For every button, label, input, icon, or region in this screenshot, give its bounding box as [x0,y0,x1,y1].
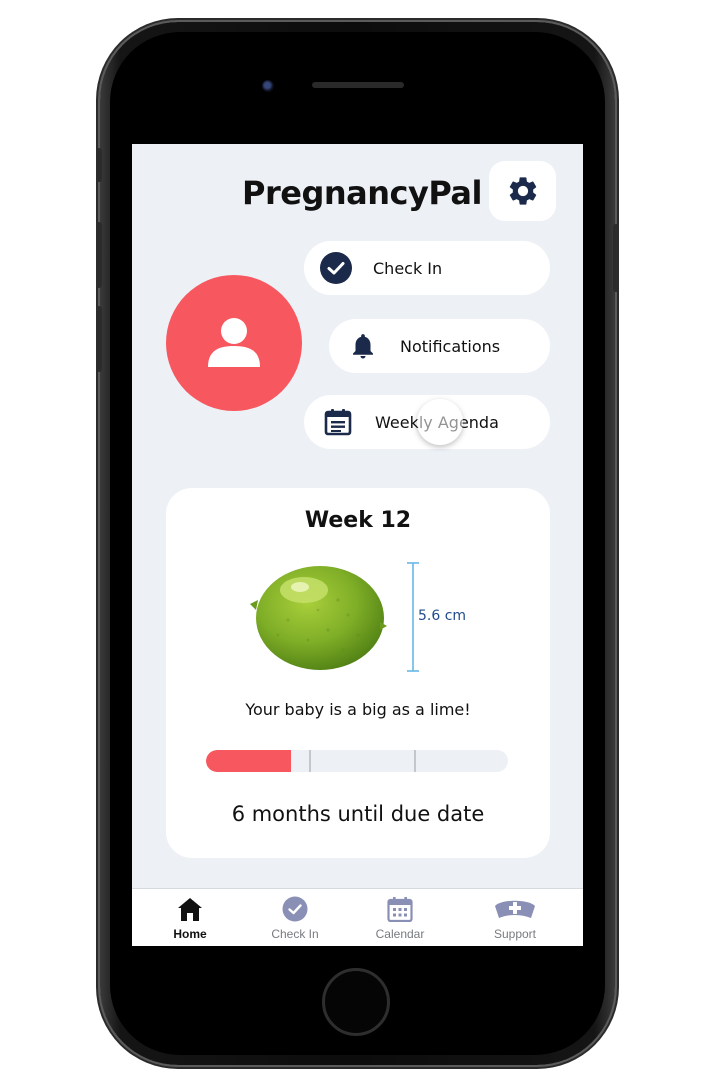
lime-image [250,566,387,670]
app-screen: PregnancyPal Check In Notifications Week… [132,144,583,946]
settings-button[interactable] [489,161,556,221]
size-comparison-text: Your baby is a big as a lime! [245,700,471,719]
earpiece-speaker [312,82,404,88]
check-in-button[interactable]: Check In [304,241,550,295]
calendar-icon [350,895,450,923]
volume-down-button [96,306,102,372]
tab-bar: Home Check In Calendar Support [132,888,583,946]
check-in-label: Check In [373,258,443,278]
mute-switch [96,148,102,182]
tab-calendar[interactable]: Calendar [350,889,450,946]
size-label: 5.6 cm [418,608,467,624]
pregnancy-progress-bar [206,750,508,772]
tab-home[interactable]: Home [140,889,240,946]
person-icon [208,318,260,367]
tab-check-in[interactable]: Check In [245,889,345,946]
tab-home-label: Home [173,927,207,941]
calendar-list-icon [321,405,355,439]
progress-fill [206,750,291,772]
bell-icon [346,329,380,363]
tab-support-label: Support [493,927,537,941]
home-hardware-button[interactable] [322,968,390,1036]
home-icon [140,895,240,923]
volume-up-button [96,222,102,288]
nurse-cap-icon [465,895,565,923]
app-title: PregnancyPal [242,174,482,212]
touch-indicator [417,399,463,445]
notifications-label: Notifications [400,336,501,356]
tab-calendar-label: Calendar [375,927,425,941]
gear-icon [509,177,536,205]
check-circle-icon [319,251,353,285]
profile-avatar-button[interactable] [166,275,302,411]
check-circle-icon [245,895,345,923]
tab-support[interactable]: Support [465,889,565,946]
tab-check-in-label: Check In [271,927,319,941]
week-card: Week 12 5.6 cm Your baby is a big as a l… [166,488,550,858]
due-date-text: 6 months until due date [231,802,485,826]
trimester-marker-1 [309,750,311,772]
notifications-button[interactable]: Notifications [329,319,550,373]
week-title: Week 12 [304,508,412,533]
front-camera [262,80,274,92]
power-button [613,224,619,292]
trimester-marker-2 [414,750,416,772]
